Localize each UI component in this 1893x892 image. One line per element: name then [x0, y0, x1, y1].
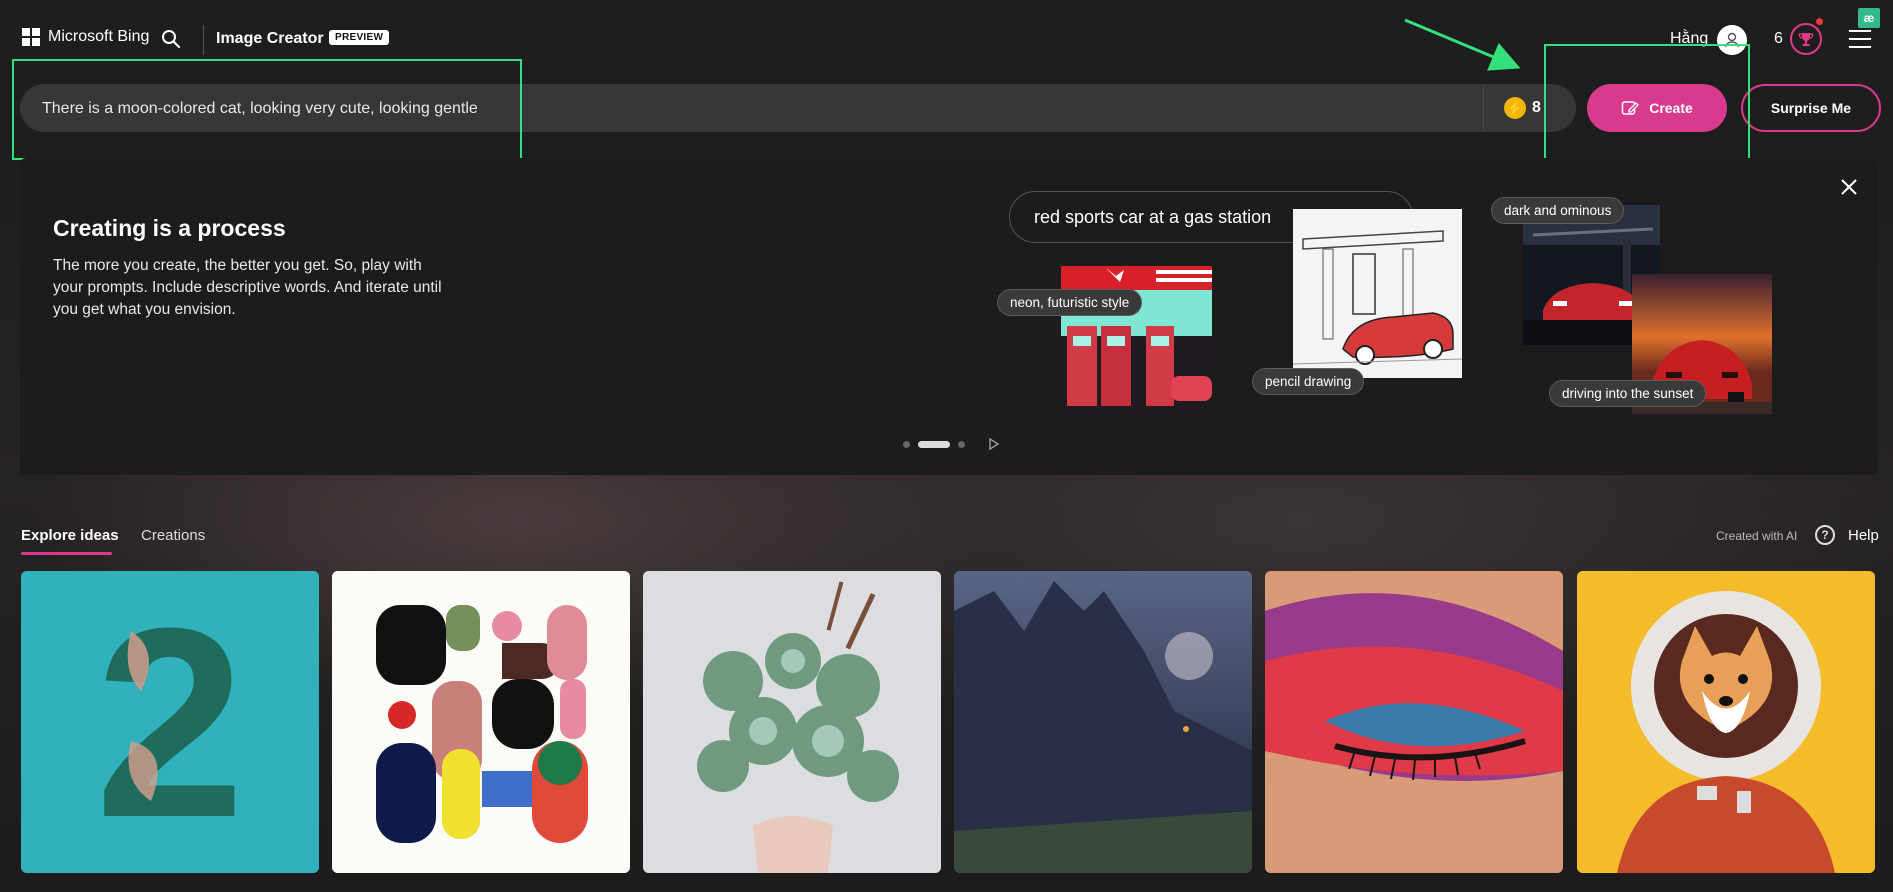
tab-explore-ideas[interactable]: Explore ideas [21, 527, 119, 544]
card-description: The more you create, the better you get.… [53, 257, 442, 318]
pencil-drawing-image [1293, 209, 1462, 378]
help-icon[interactable]: ? [1815, 525, 1835, 545]
tag-neon-futuristic: neon, futuristic style [997, 289, 1143, 316]
gallery-item-astronaut-dog[interactable] [1577, 571, 1875, 873]
gallery-item-succulent-bouquet[interactable] [643, 571, 941, 873]
gallery-item-dark-castle[interactable] [954, 571, 1252, 873]
tag-driving-sunset: driving into the sunset [1549, 380, 1707, 407]
help-link[interactable]: Help [1848, 527, 1879, 544]
play-next-icon[interactable] [989, 438, 999, 450]
created-with-ai-label: Created with AI [1716, 529, 1798, 543]
carousel-dot-active[interactable] [918, 440, 950, 448]
tab-creations[interactable]: Creations [141, 527, 205, 544]
carousel-dot[interactable] [903, 440, 910, 448]
gallery-item-abstract-shapes[interactable] [332, 571, 630, 873]
carousel-indicator [903, 438, 999, 450]
tag-pencil-drawing: pencil drawing [1252, 368, 1365, 395]
number-two-glyph: 2 [95, 573, 245, 873]
gallery-item-colorful-eye[interactable] [1265, 571, 1563, 873]
carousel-dot[interactable] [958, 440, 965, 448]
tag-dark-ominous: dark and ominous [1491, 197, 1625, 224]
close-icon[interactable] [1838, 176, 1860, 198]
arrow-to-create [1404, 18, 1521, 71]
card-title: Creating is a process [53, 215, 286, 241]
active-tab-underline [21, 552, 112, 555]
gallery-item-number-two[interactable]: 2 [21, 571, 319, 873]
